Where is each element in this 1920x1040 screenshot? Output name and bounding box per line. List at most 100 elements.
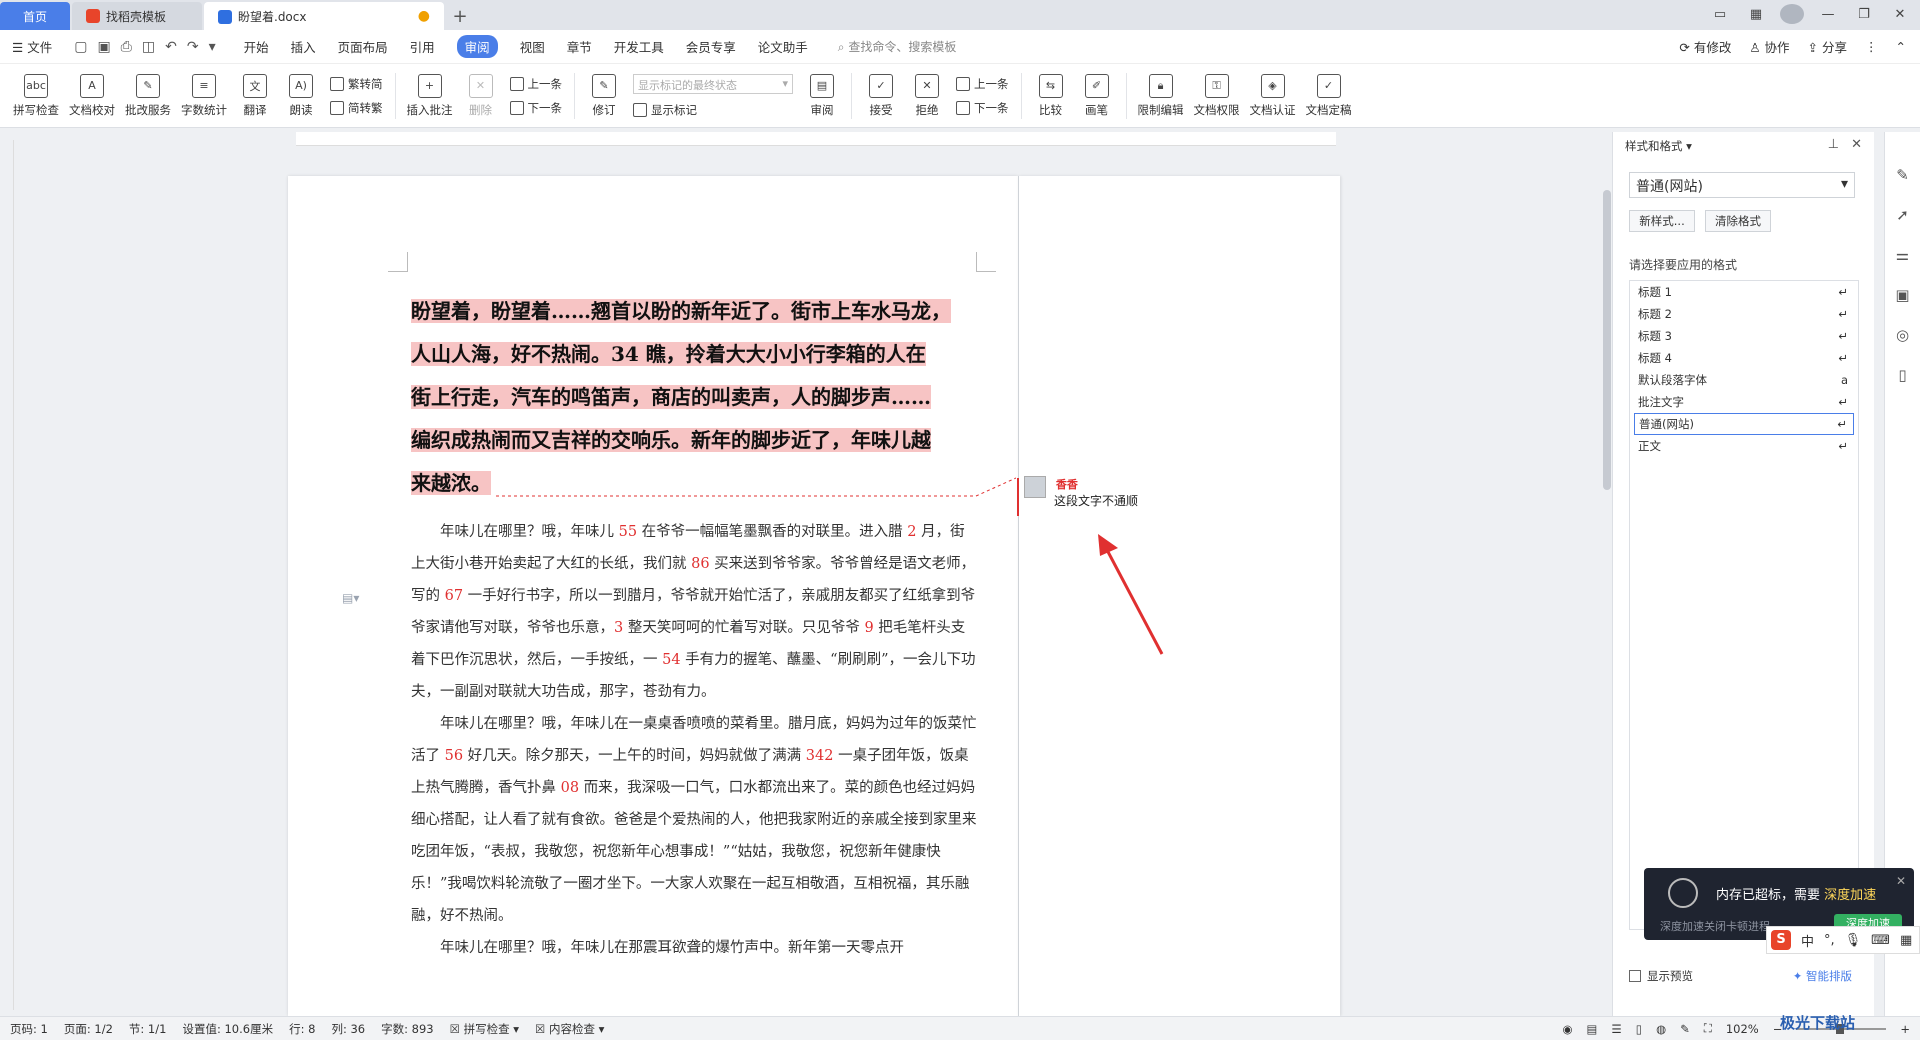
prev-change-button[interactable]: 上一条	[956, 76, 1009, 92]
status-row[interactable]: 行: 8	[289, 1021, 315, 1037]
new-tab-button[interactable]: +	[446, 2, 474, 30]
status-section[interactable]: 节: 1/1	[129, 1021, 167, 1037]
status-setting[interactable]: 设置值: 10.6厘米	[182, 1021, 273, 1037]
word-count-button[interactable]: ≡ 字数统计	[181, 73, 227, 118]
ime-mode-icon[interactable]: 中	[1801, 931, 1814, 950]
menu-insert[interactable]: 插入	[291, 37, 316, 56]
punctuation-icon[interactable]: °,	[1824, 933, 1835, 948]
next-comment-button[interactable]: 下一条	[509, 100, 562, 116]
reject-button[interactable]: ✕ 拒绝	[909, 73, 945, 118]
body-paragraph[interactable]: 年味儿在哪里？哦，年味儿在那震耳欲聋的爆竹声中。新年第一天零点开	[411, 932, 977, 964]
undo-icon[interactable]: ↶	[165, 39, 177, 55]
eye-icon[interactable]: ◉	[1563, 1022, 1573, 1036]
doc-cert-button[interactable]: ◈ 文档认证	[1250, 73, 1296, 118]
status-page-number[interactable]: 页码: 1	[10, 1021, 48, 1037]
has-changes-button[interactable]: ⟳ 有修改	[1679, 37, 1731, 56]
pin-icon[interactable]: ⊥	[1828, 137, 1839, 152]
close-icon[interactable]: ✕	[1888, 7, 1912, 22]
print-icon[interactable]: ⎙	[121, 39, 132, 55]
style-item[interactable]: 正文 ↵	[1630, 435, 1858, 457]
restore-icon[interactable]: ❐	[1852, 7, 1876, 22]
style-item-selected[interactable]: 普通(网站) ↵	[1634, 413, 1854, 435]
show-markup-button[interactable]: 显示标记	[633, 102, 793, 118]
file-menu[interactable]: ☰ 文件	[12, 37, 52, 56]
read-aloud-button[interactable]: A) 朗读	[283, 73, 319, 118]
markup-state-select[interactable]: 显示标记的最终状态 ▾	[633, 73, 793, 94]
outline-view-icon[interactable]: ☰	[1611, 1022, 1621, 1036]
mic-icon[interactable]: 🎙︎	[1845, 933, 1862, 948]
status-column[interactable]: 列: 36	[331, 1021, 365, 1037]
ink-button[interactable]: ✐ 画笔	[1079, 73, 1115, 118]
current-style-select[interactable]: 普通(网站) ▾	[1629, 172, 1855, 198]
scroll-thumb[interactable]	[1603, 190, 1611, 490]
zoom-level[interactable]: 102%	[1726, 1022, 1759, 1036]
status-spell-check[interactable]: ☒ 拼写检查 ▾	[450, 1021, 519, 1037]
fit-page-icon[interactable]: ⛶	[1704, 1021, 1712, 1036]
menu-references[interactable]: 引用	[410, 37, 435, 56]
save-icon[interactable]: ▢	[74, 39, 87, 55]
settings-sliders-icon[interactable]: ⚌	[1896, 246, 1909, 264]
command-search[interactable]: ⌕ 查找命令、搜索模板	[838, 38, 957, 55]
show-preview-checkbox[interactable]: 显示预览	[1629, 968, 1693, 984]
delete-comment-button[interactable]: ✕ 删除	[463, 73, 499, 118]
comment-box[interactable]: 香香 这段文字不通顺	[1024, 476, 1324, 509]
smart-sort-button[interactable]: ✦ 智能排版	[1793, 968, 1852, 984]
menu-layout[interactable]: 页面布局	[338, 37, 388, 56]
style-item[interactable]: 标题 1 ↵	[1630, 281, 1858, 303]
page-view-icon[interactable]: ▤	[1587, 1022, 1598, 1036]
menu-developer[interactable]: 开发工具	[614, 37, 664, 56]
new-style-button[interactable]: 新样式...	[1629, 210, 1695, 232]
apps-icon[interactable]: ▦	[1744, 7, 1768, 22]
style-item[interactable]: 标题 2 ↵	[1630, 303, 1858, 325]
sogou-ime-icon[interactable]: S	[1771, 930, 1791, 950]
book-icon[interactable]: ▯	[1898, 366, 1906, 384]
close-icon[interactable]: ✕	[1896, 874, 1906, 888]
dropdown-icon[interactable]: ▾	[209, 39, 216, 55]
tab-document[interactable]: 盼望着.docx ●	[204, 2, 444, 30]
doc-proofread-button[interactable]: A 文档校对	[69, 73, 115, 118]
menu-paper[interactable]: 论文助手	[758, 37, 808, 56]
revise-service-button[interactable]: ✎ 批改服务	[125, 73, 171, 118]
spell-check-button[interactable]: abc 拼写检查	[13, 73, 59, 118]
status-page-count[interactable]: 页面: 1/2	[64, 1021, 113, 1037]
paragraph-layout-icon[interactable]: ▤▾	[342, 591, 359, 605]
image-icon[interactable]: ▣	[1895, 286, 1909, 304]
styles-panel-title[interactable]: 样式和格式 ▾	[1625, 138, 1692, 154]
preview-icon[interactable]: ◫	[142, 39, 155, 55]
to-traditional-button[interactable]: 繁转简	[330, 76, 383, 92]
comment-text[interactable]: 这段文字不通顺	[1054, 492, 1324, 509]
close-icon[interactable]: ✕	[1851, 137, 1862, 152]
vertical-ruler[interactable]	[0, 140, 14, 1010]
document-body[interactable]: 年味儿在哪里？哦，年味儿 55 在爷爷一幅幅笔墨飘香的对联里。进入腊 2 月，街…	[411, 516, 977, 964]
collapse-ribbon-icon[interactable]: ⌃	[1896, 39, 1906, 54]
select-icon[interactable]: ➚	[1896, 206, 1909, 224]
accept-button[interactable]: ✓ 接受	[863, 73, 899, 118]
to-simplified-button[interactable]: 简转繁	[330, 100, 383, 116]
tab-templates[interactable]: 找稻壳模板	[72, 2, 202, 30]
status-content-check[interactable]: ☒ 内容检查 ▾	[535, 1021, 604, 1037]
horizontal-ruler[interactable]	[296, 132, 1336, 146]
grid-icon[interactable]: ▦	[1900, 933, 1912, 948]
keyboard-icon[interactable]: ⌨	[1871, 933, 1890, 948]
web-view-icon[interactable]: ◍	[1656, 1022, 1666, 1036]
document-page[interactable]: ▤▾ 盼望着，盼望着……翘首以盼的新年近了。街市上车水马龙， 人山人海，好不热闹…	[288, 176, 1018, 1016]
clear-format-button[interactable]: 清除格式	[1705, 210, 1771, 232]
insert-comment-button[interactable]: + 插入批注	[407, 73, 453, 118]
zoom-in-icon[interactable]: +	[1900, 1022, 1910, 1036]
style-item[interactable]: 默认段落字体 a	[1630, 369, 1858, 391]
body-paragraph[interactable]: 年味儿在哪里？哦，年味儿在一桌桌香喷喷的菜肴里。腊月底，妈妈为过年的饭菜忙活了 …	[411, 708, 977, 932]
menu-view[interactable]: 视图	[520, 37, 545, 56]
menu-chapter[interactable]: 章节	[567, 37, 592, 56]
minimize-icon[interactable]: —	[1816, 7, 1840, 22]
prev-comment-button[interactable]: 上一条	[509, 76, 562, 92]
read-view-icon[interactable]: ▯	[1636, 1022, 1642, 1036]
vertical-scrollbar[interactable]	[1602, 140, 1612, 1010]
menu-review[interactable]: 审阅	[456, 35, 498, 58]
menu-member[interactable]: 会员专享	[686, 37, 736, 56]
pen-icon[interactable]: ✎	[1680, 1022, 1690, 1036]
collaborate-button[interactable]: ♙ 协作	[1749, 37, 1789, 56]
edit-icon[interactable]: ✎	[1896, 166, 1909, 184]
next-change-button[interactable]: 下一条	[956, 100, 1009, 116]
review-pane-button[interactable]: ▤ 审阅	[804, 73, 840, 118]
layout-icon[interactable]: ▭	[1708, 7, 1732, 22]
